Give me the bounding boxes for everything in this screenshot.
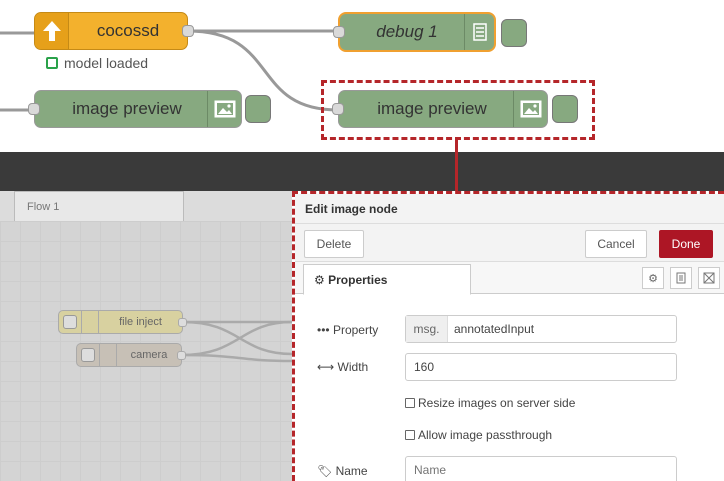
cancel-button[interactable]: Cancel (585, 230, 647, 258)
width-label: ⟷ Width (317, 360, 369, 374)
description-icon[interactable] (670, 267, 692, 289)
property-input[interactable]: msg. annotatedInput (405, 315, 677, 343)
image-icon (207, 91, 241, 127)
camera-label: camera (130, 349, 168, 361)
done-button[interactable]: Done (659, 230, 713, 258)
status-text: model loaded (64, 55, 149, 71)
highlight-connector (455, 139, 458, 191)
checkbox-icon[interactable] (405, 430, 415, 440)
status-ring-icon (46, 57, 58, 69)
camera-node[interactable]: camera (76, 343, 186, 367)
property-label: ••• Property (317, 323, 379, 337)
debug-toggle-button[interactable] (501, 19, 527, 47)
tag-icon: 🏷 (317, 464, 333, 478)
inject-button[interactable] (63, 315, 77, 329)
input-port[interactable] (333, 26, 345, 38)
gear-icon: ⚙ (314, 273, 325, 287)
checkbox-icon[interactable] (405, 398, 415, 408)
cocossd-node[interactable]: cocossd (34, 12, 194, 50)
camera-icon (99, 344, 117, 366)
tab-flow-1[interactable]: Flow 1 (14, 191, 184, 222)
settings-gear-icon[interactable]: ⚙ (642, 267, 664, 289)
flow-canvas-top: cocossd model loaded debug 1 image previ… (0, 0, 724, 152)
input-port[interactable] (28, 103, 40, 115)
debug-node[interactable]: debug 1 (333, 12, 496, 52)
cocossd-label: cocossd (96, 21, 160, 40)
output-port[interactable] (178, 318, 187, 327)
debug-label: debug 1 (376, 22, 438, 41)
highlight-box (321, 80, 595, 140)
output-port[interactable] (182, 25, 194, 37)
edit-tray: Edit image node Delete Cancel Done ⚙ Pro… (292, 191, 724, 481)
msg-prefix[interactable]: msg. (406, 316, 448, 342)
arrows-horizontal-icon: ⟷ (317, 360, 335, 374)
appearance-icon[interactable] (698, 267, 720, 289)
name-label: 🏷 Name (317, 464, 368, 478)
tab-properties-label: Properties (328, 273, 388, 287)
editor-header (0, 152, 724, 191)
output-port[interactable] (177, 351, 186, 360)
file-icon (81, 311, 99, 333)
passthrough-label: Allow image passthrough (418, 428, 553, 442)
screenshot-root: cocossd model loaded debug 1 image previ… (0, 0, 724, 481)
passthrough-checkbox[interactable]: Allow image passthrough (405, 428, 552, 442)
tray-title: Edit image node (295, 194, 724, 224)
image-preview-label: image preview (72, 99, 182, 118)
delete-button[interactable]: Delete (304, 230, 364, 258)
list-icon (464, 14, 494, 50)
property-value: annotatedInput (454, 322, 535, 336)
file-inject-label: file inject (119, 316, 162, 328)
arrow-up-icon (35, 13, 69, 49)
resize-label: Resize images on server side (418, 396, 576, 410)
name-field[interactable] (405, 456, 677, 481)
node-status: model loaded (46, 55, 148, 71)
preview-toggle-button[interactable] (245, 95, 271, 123)
tab-properties[interactable]: ⚙ Properties (303, 264, 471, 295)
ellipsis-icon: ••• (317, 323, 330, 337)
resize-checkbox[interactable]: Resize images on server side (405, 396, 575, 410)
image-preview-node[interactable]: image preview (28, 90, 242, 128)
camera-button[interactable] (81, 348, 95, 362)
width-value: 160 (414, 360, 435, 374)
name-input[interactable] (406, 463, 676, 477)
width-input[interactable]: 160 (405, 353, 677, 381)
file-inject-node[interactable]: file inject (58, 310, 187, 334)
